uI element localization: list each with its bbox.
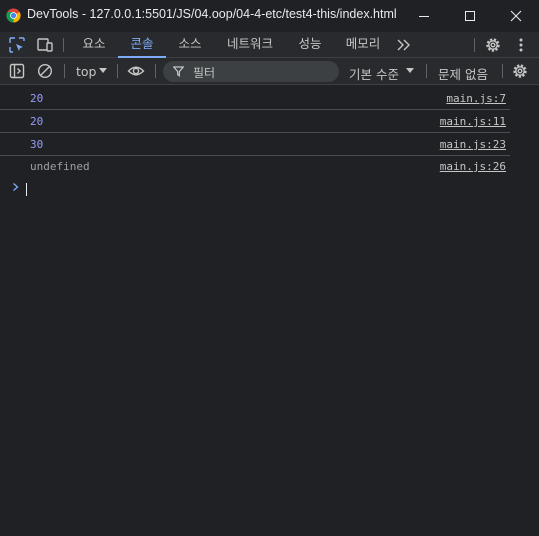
prompt-chevron-icon (13, 183, 19, 191)
tab-sources[interactable]: 소스 (166, 32, 214, 57)
console-message-value: 20 (30, 115, 44, 128)
console-settings-gear-icon[interactable] (511, 62, 529, 80)
more-options-icon[interactable] (512, 36, 530, 54)
minimize-button[interactable] (401, 0, 447, 32)
more-tabs-chevron-icon[interactable] (395, 36, 413, 54)
settings-gear-icon[interactable] (484, 36, 502, 54)
toolbar-divider (474, 38, 475, 52)
toolbar-divider (63, 38, 64, 52)
live-expression-eye-icon[interactable] (127, 62, 145, 80)
title-bar: DevTools - 127.0.0.1:5501/JS/04.oop/04-4… (0, 0, 539, 32)
issues-label: 문제 없음 (438, 67, 488, 82)
tab-network[interactable]: 네트워크 (214, 32, 286, 57)
context-selector[interactable]: top (70, 58, 112, 84)
source-link[interactable]: main.js:26 (440, 160, 506, 173)
minimize-icon (419, 16, 429, 17)
console-message: 20 main.js:11 (0, 110, 510, 133)
tab-elements[interactable]: 요소 (70, 32, 118, 57)
console-message: 20 main.js:7 (0, 87, 510, 110)
filter-placeholder: 필터 (193, 66, 216, 80)
dropdown-arrow-icon (99, 68, 107, 73)
tab-performance[interactable]: 성능 (286, 32, 334, 57)
console-output: 20 main.js:7 20 main.js:11 30 main.js:23… (0, 86, 539, 536)
log-levels-label: 기본 수준 (349, 67, 399, 82)
tab-memory[interactable]: 메모리 (334, 32, 392, 57)
source-link[interactable]: main.js:23 (440, 138, 506, 151)
console-message: undefined main.js:26 (0, 155, 510, 178)
console-message-value: undefined (30, 160, 90, 173)
dropdown-arrow-icon (406, 68, 414, 73)
toolbar-divider (64, 64, 65, 78)
console-message-value: 20 (30, 92, 44, 105)
window-title: DevTools - 127.0.0.1:5501/JS/04.oop/04-4… (27, 7, 397, 21)
console-message: 30 main.js:23 (0, 133, 510, 156)
filter-input[interactable]: 필터 (163, 61, 339, 82)
context-selector-label: top (76, 64, 97, 79)
toolbar-divider (155, 64, 156, 78)
console-message-value: 30 (30, 138, 44, 151)
chrome-logo-icon (6, 8, 21, 23)
toolbar-divider (117, 64, 118, 78)
console-input-caret[interactable] (26, 183, 27, 196)
log-levels-dropdown[interactable]: 기본 수준 (344, 58, 420, 84)
console-toolbar: top 필터 기본 수준 문제 없음 (0, 58, 539, 85)
source-link[interactable]: main.js:11 (440, 115, 506, 128)
maximize-button[interactable] (447, 0, 493, 32)
show-sidebar-icon[interactable] (8, 62, 26, 80)
toolbar-divider (426, 64, 427, 78)
close-icon (510, 10, 522, 22)
panel-tab-bar: 요소 콘솔 소스 네트워크 성능 메모리 (0, 32, 539, 58)
toolbar-divider (502, 64, 503, 78)
tab-console[interactable]: 콘솔 (118, 32, 166, 58)
inspect-element-icon[interactable] (8, 36, 26, 54)
clear-console-icon[interactable] (36, 62, 54, 80)
filter-funnel-icon (173, 66, 184, 77)
source-link[interactable]: main.js:7 (446, 92, 506, 105)
maximize-icon (465, 11, 475, 21)
issues-counter[interactable]: 문제 없음 (432, 58, 496, 84)
device-toolbar-icon[interactable] (36, 36, 54, 54)
close-window-button[interactable] (493, 0, 539, 32)
